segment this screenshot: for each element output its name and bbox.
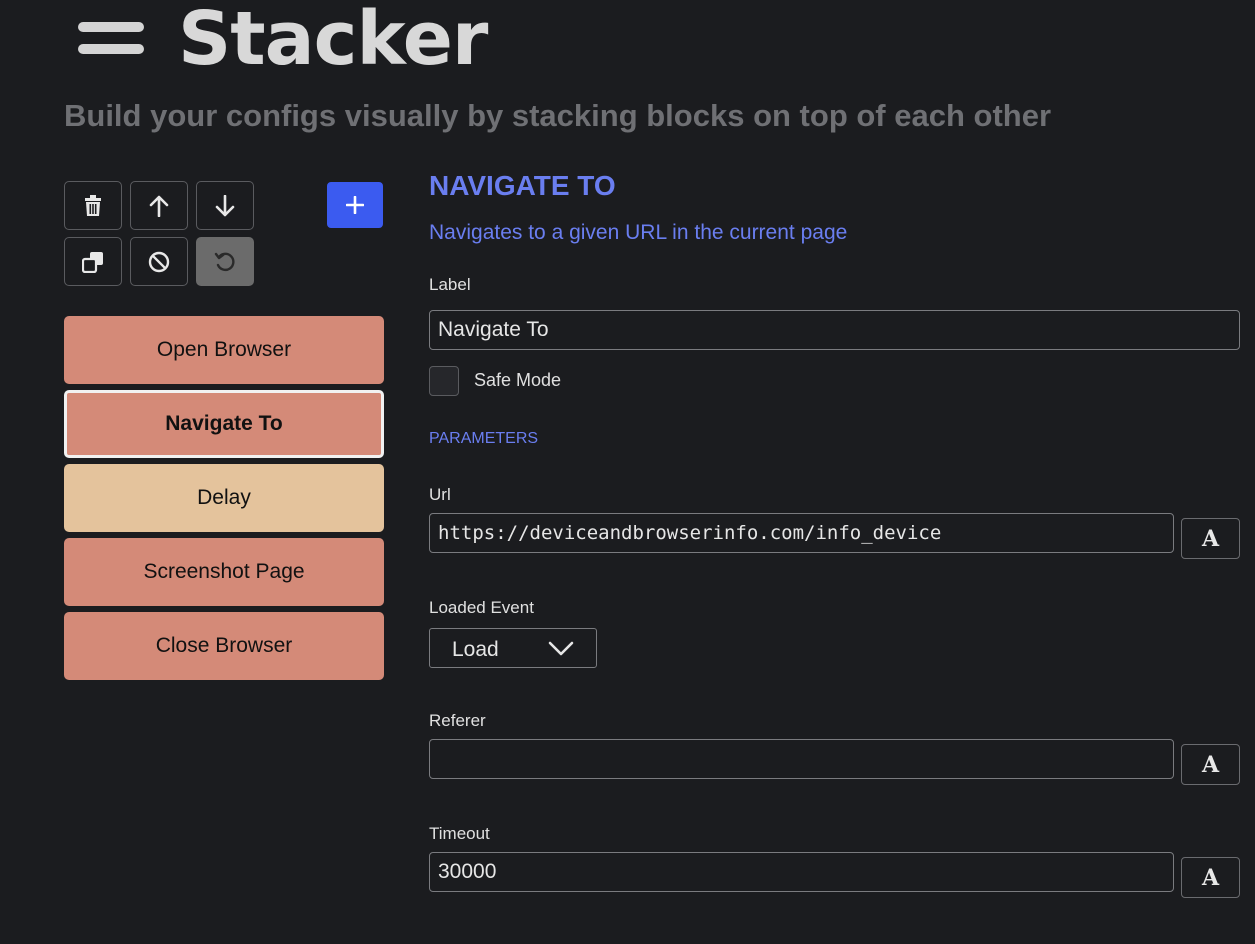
url-input[interactable]: https://deviceandbrowserinfo.com/info_de… (429, 513, 1174, 553)
url-type-toggle-button[interactable]: A (1181, 518, 1240, 559)
app-title: Stacker (178, 0, 488, 82)
loaded-event-value: Load (452, 638, 499, 661)
ban-icon (148, 251, 170, 272)
block-label: Screenshot Page (143, 560, 305, 583)
add-block-button[interactable] (327, 182, 383, 228)
block-close-browser[interactable]: Close Browser (64, 612, 384, 680)
referer-input[interactable] (429, 739, 1174, 779)
undo-icon (214, 252, 235, 271)
arrow-up-icon (149, 195, 169, 217)
text-type-icon: A (1201, 751, 1220, 778)
url-label: Url (429, 485, 451, 504)
panel-description: Navigates to a given URL in the current … (429, 221, 848, 244)
timeout-type-toggle-button[interactable]: A (1181, 857, 1240, 898)
menu-bar-icon (78, 22, 144, 32)
app-subtitle: Build your configs visually by stacking … (64, 98, 1052, 133)
safe-mode-checkbox[interactable] (429, 366, 459, 396)
referer-type-toggle-button[interactable]: A (1181, 744, 1240, 785)
move-up-button[interactable] (130, 181, 188, 230)
panel-title: NAVIGATE TO (429, 170, 616, 201)
timeout-label: Timeout (429, 824, 490, 843)
loaded-event-label: Loaded Event (429, 598, 534, 617)
disable-block-button[interactable] (130, 237, 188, 286)
menu-bar-icon (78, 44, 144, 54)
plus-icon (346, 196, 364, 214)
undo-button[interactable] (196, 237, 254, 286)
text-type-icon: A (1201, 525, 1220, 552)
delete-block-button[interactable] (64, 181, 122, 230)
block-label: Delay (197, 486, 251, 509)
block-screenshot-page[interactable]: Screenshot Page (64, 538, 384, 606)
label-input[interactable]: Navigate To (429, 310, 1240, 350)
block-open-browser[interactable]: Open Browser (64, 316, 384, 384)
parameters-heading: PARAMETERS (429, 430, 539, 447)
safe-mode-label: Safe Mode (474, 370, 562, 390)
duplicate-block-button[interactable] (64, 237, 122, 286)
timeout-input[interactable]: 30000 (429, 852, 1174, 892)
move-down-button[interactable] (196, 181, 254, 230)
block-label: Open Browser (156, 338, 292, 361)
referer-label: Referer (429, 711, 486, 730)
chevron-down-icon (548, 641, 574, 656)
hamburger-menu-icon[interactable] (78, 22, 144, 56)
duplicate-icon (82, 251, 103, 273)
label-field-label: Label (429, 275, 471, 294)
trash-icon (85, 194, 101, 216)
arrow-down-icon (215, 194, 235, 216)
block-label: Close Browser (155, 634, 293, 657)
block-navigate-to[interactable]: Navigate To (64, 390, 384, 458)
block-label: Navigate To (165, 412, 283, 435)
block-delay[interactable]: Delay (64, 464, 384, 532)
loaded-event-select[interactable]: Load (429, 628, 597, 668)
text-type-icon: A (1201, 864, 1220, 891)
